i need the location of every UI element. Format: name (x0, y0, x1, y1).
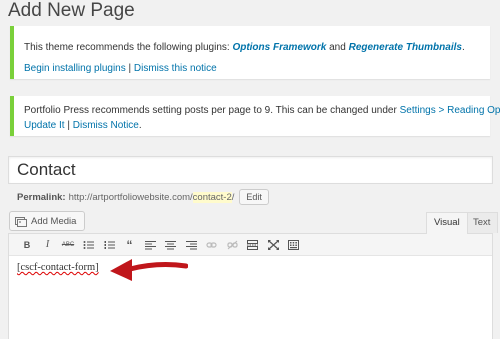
align-right-icon[interactable] (181, 236, 201, 254)
fullscreen-icon[interactable] (263, 236, 283, 254)
tab-visual[interactable]: Visual (426, 212, 468, 234)
update-it-link[interactable]: Update It (24, 120, 65, 131)
editor-content[interactable]: [cscf-contact-form] (9, 256, 492, 279)
permalink-label: Permalink: (17, 191, 66, 203)
editor-toolbar: B I ABC “ (9, 234, 492, 256)
align-left-icon[interactable] (140, 236, 160, 254)
settings-reading-link[interactable]: Settings > Reading Options (400, 105, 500, 116)
remove-link-icon[interactable] (222, 236, 242, 254)
edit-permalink-button[interactable]: Edit (239, 189, 269, 205)
plugin-recommendation-notice: This theme recommends the following plug… (10, 26, 490, 79)
media-icon (15, 216, 27, 227)
dismiss-notice-link[interactable]: Dismiss Notice (73, 120, 139, 131)
permalink-base-url: http://artportfoliowebsite.com/ (68, 191, 193, 203)
permalink-slug[interactable]: contact-2 (192, 191, 232, 203)
bullet-list-icon[interactable] (79, 236, 99, 254)
shortcode-text: [cscf-contact-form] (17, 262, 99, 273)
strikethrough-icon[interactable]: ABC (58, 236, 78, 254)
post-title-input[interactable] (8, 156, 493, 184)
permalink-slash: / (231, 191, 235, 203)
italic-icon[interactable]: I (38, 236, 58, 254)
page-title: Add New Page (8, 0, 135, 21)
toolbar-toggle-icon[interactable] (284, 236, 304, 254)
blockquote-icon[interactable]: “ (120, 236, 140, 254)
notice-text-and: and (326, 42, 349, 53)
notice-message: Portfolio Press recommends setting posts… (24, 105, 500, 116)
options-framework-link[interactable]: Options Framework (232, 42, 326, 53)
notice-actions: Update It | Dismiss Notice. (24, 120, 142, 131)
insert-link-icon[interactable] (202, 236, 222, 254)
notice-period: . (138, 120, 142, 131)
notice-text: Portfolio Press recommends setting posts… (24, 105, 400, 116)
red-arrow-annotation (110, 259, 188, 281)
permalink-row: Permalink: http://artportfoliowebsite.co… (17, 189, 269, 205)
bold-icon[interactable]: B (17, 236, 37, 254)
separator: | (125, 63, 134, 74)
add-media-button[interactable]: Add Media (9, 211, 86, 231)
begin-installing-plugins-link[interactable]: Begin installing plugins (24, 63, 126, 74)
add-media-label: Add Media (31, 215, 77, 227)
numbered-list-icon[interactable] (99, 236, 119, 254)
tab-text[interactable]: Text (465, 212, 499, 233)
align-center-icon[interactable] (161, 236, 181, 254)
notice-text: This theme recommends the following plug… (24, 42, 233, 53)
content-editor: B I ABC “ [cscf-contact-form] (8, 233, 493, 339)
notice-message: This theme recommends the following plug… (24, 42, 465, 53)
regenerate-thumbnails-link[interactable]: Regenerate Thumbnails (349, 42, 462, 53)
insert-more-icon[interactable] (243, 236, 263, 254)
notice-text-end: . (461, 42, 465, 53)
notice-actions: Begin installing plugins | Dismiss this … (24, 63, 217, 74)
posts-per-page-notice: Portfolio Press recommends setting posts… (10, 96, 500, 136)
separator: | (64, 120, 73, 131)
dismiss-notice-link[interactable]: Dismiss this notice (134, 63, 217, 74)
